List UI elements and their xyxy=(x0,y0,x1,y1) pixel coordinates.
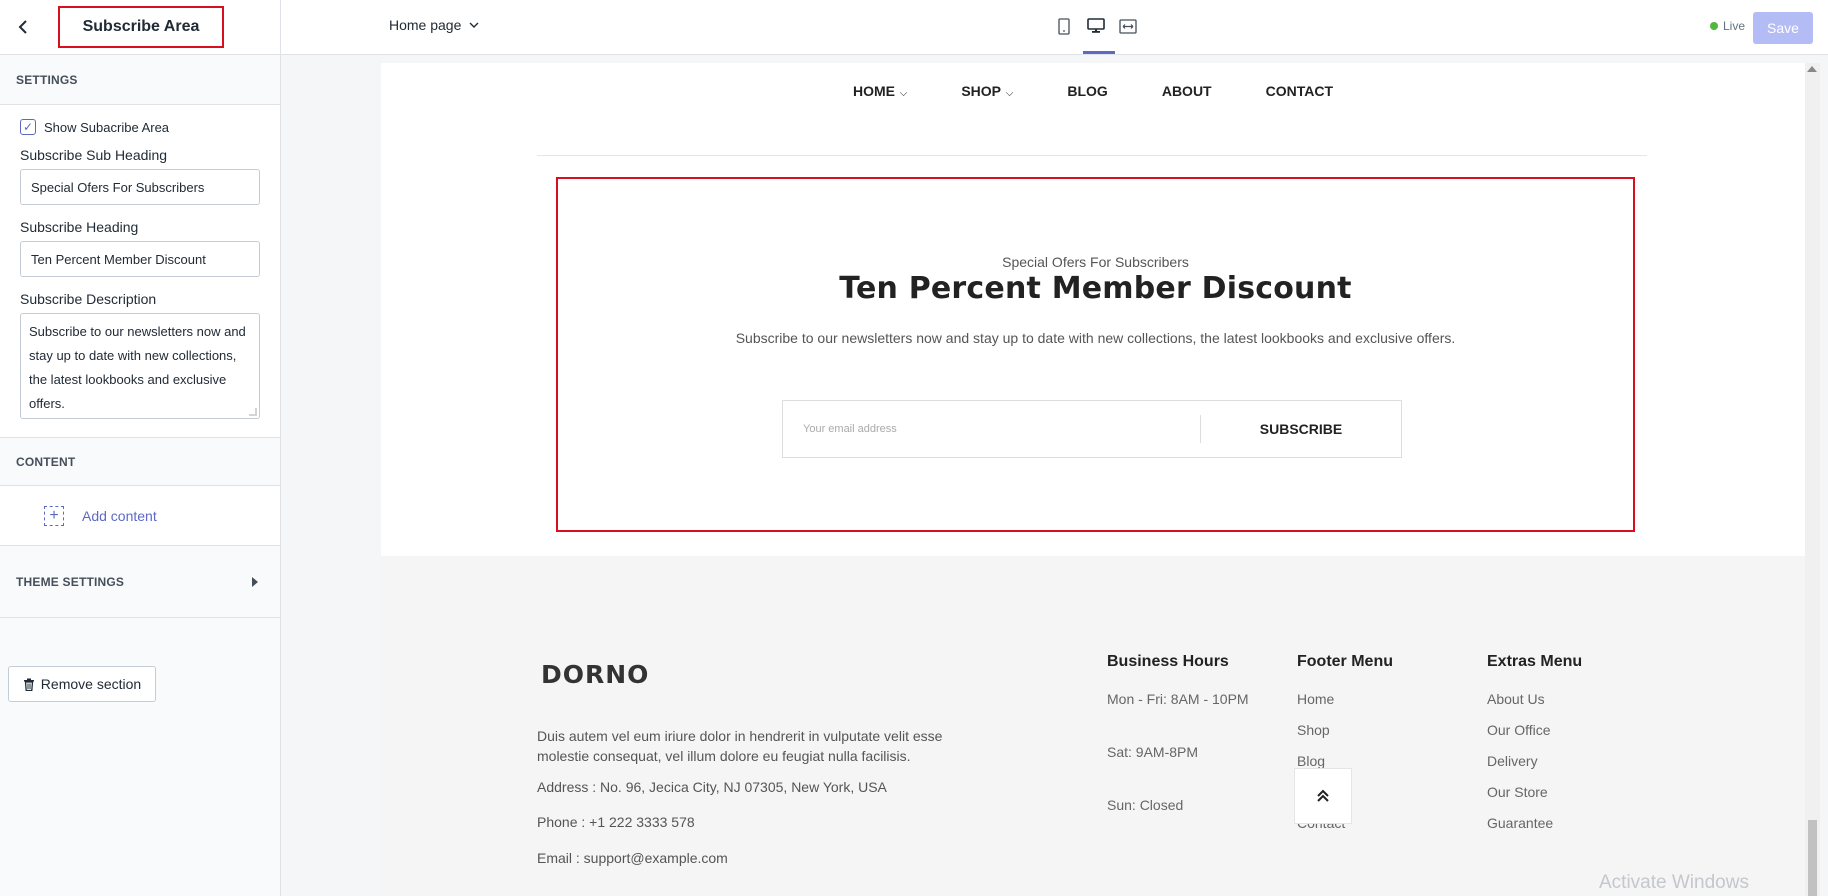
extras-link-delivery[interactable]: Delivery xyxy=(1487,753,1582,769)
nav-item-home[interactable]: HOME ⌵ xyxy=(853,83,907,99)
editor-topbar: Home page Live Save xyxy=(281,0,1828,55)
extras-link-our-store[interactable]: Our Store xyxy=(1487,784,1582,800)
viewport-switcher xyxy=(1055,16,1137,36)
show-subscribe-label: Show Subacribe Area xyxy=(44,119,170,135)
nav-item-shop[interactable]: SHOP ⌵ xyxy=(961,83,1013,99)
description-text: Subscribe to our newsletters now and sta… xyxy=(29,324,246,411)
sub-heading-label: Subscribe Sub Heading xyxy=(20,147,168,163)
caret-right-icon xyxy=(252,576,258,587)
back-arrow-icon[interactable] xyxy=(12,16,34,38)
back-to-top-button[interactable] xyxy=(1294,768,1352,824)
site-main-nav: HOME ⌵ SHOP ⌵ BLOG ABOUT CONTACT xyxy=(381,63,1805,119)
heading-label: Subscribe Heading xyxy=(20,219,139,235)
description-label: Subscribe Description xyxy=(20,291,157,307)
live-status: Live xyxy=(1710,19,1745,33)
preview-scrollbar[interactable] xyxy=(1805,63,1820,896)
extras-link-our-office[interactable]: Our Office xyxy=(1487,722,1582,738)
nav-about-label: ABOUT xyxy=(1161,83,1212,99)
activate-windows-watermark: Activate Windows xyxy=(1599,872,1749,893)
storefront-preview: HOME ⌵ SHOP ⌵ BLOG ABOUT CONTACT Special… xyxy=(381,63,1805,896)
remove-section-button[interactable]: Remove section xyxy=(8,666,156,702)
page-selector[interactable]: Home page xyxy=(389,17,479,33)
fullwidth-view-icon[interactable] xyxy=(1119,16,1137,36)
show-subscribe-row[interactable]: ✓ Show Subacribe Area xyxy=(20,119,260,135)
add-content-label: Add content xyxy=(82,507,157,524)
subscribe-description: Subscribe to our newsletters now and sta… xyxy=(735,330,1456,346)
hours-title: Business Hours xyxy=(1107,653,1229,670)
save-button[interactable]: Save xyxy=(1753,12,1813,44)
add-block-icon: + xyxy=(44,505,64,526)
nav-contact-label: CONTACT xyxy=(1265,83,1334,99)
desktop-view-icon[interactable] xyxy=(1087,16,1105,36)
active-viewport-indicator xyxy=(1083,51,1115,54)
nav-shop-label: SHOP xyxy=(961,83,1002,99)
footer-address: Address : No. 96, Jecica City, NJ 07305,… xyxy=(537,779,887,795)
footer-link-shop[interactable]: Shop xyxy=(1297,722,1393,738)
subscribe-sub-heading: Special Ofers For Subscribers xyxy=(1002,254,1189,270)
content-label: CONTENT xyxy=(16,454,76,469)
extras-menu-column: Extras Menu About Us Our Office Delivery… xyxy=(1487,653,1582,846)
description-textarea[interactable]: Subscribe to our newsletters now and sta… xyxy=(20,313,260,419)
footer-phone: Phone : +1 222 3333 578 xyxy=(537,814,695,830)
nav-item-blog[interactable]: BLOG xyxy=(1067,83,1107,99)
chevron-down-icon xyxy=(469,22,479,28)
subscribe-heading: Ten Percent Member Discount xyxy=(839,271,1352,306)
scrollbar-thumb[interactable] xyxy=(1808,820,1817,896)
footer-logo[interactable]: DORNO xyxy=(541,660,649,689)
content-heading: CONTENT xyxy=(0,438,280,486)
footer-link-home[interactable]: Home xyxy=(1297,691,1393,707)
subscribe-button[interactable]: SUBSCRIBE xyxy=(1201,421,1401,437)
chevron-down-icon: ⌵ xyxy=(1003,88,1014,99)
footer-description: Duis autem vel eum iriure dolor in hendr… xyxy=(537,728,943,764)
heading-input[interactable]: Ten Percent Member Discount xyxy=(20,241,260,277)
theme-settings-label: THEME SETTINGS xyxy=(16,574,125,589)
editor-sidebar: Subscribe Area SETTINGS ✓ Show Subacribe… xyxy=(0,0,281,896)
divider xyxy=(537,155,1647,156)
hours-item: Sun: Closed xyxy=(1107,797,1184,813)
site-footer: DORNO Duis autem vel eum iriure dolor in… xyxy=(381,556,1805,896)
extras-link-guarantee[interactable]: Guarantee xyxy=(1487,815,1582,831)
page-select-label: Home page xyxy=(389,17,462,33)
theme-settings-toggle[interactable]: THEME SETTINGS xyxy=(0,546,280,618)
resize-grip-icon[interactable] xyxy=(249,408,257,416)
live-dot-icon xyxy=(1710,22,1718,30)
trash-icon xyxy=(23,678,34,691)
footer-hours-column: Business Hours Mon - Fri: 8AM - 10PM Sat… xyxy=(1107,653,1249,850)
nav-home-label: HOME xyxy=(852,83,895,99)
nav-blog-label: BLOG xyxy=(1067,83,1108,99)
subscribe-section[interactable]: Special Ofers For Subscribers Ten Percen… xyxy=(556,177,1635,532)
scroll-up-arrow-icon[interactable] xyxy=(1807,66,1817,72)
email-input[interactable]: Your email address xyxy=(783,415,1201,443)
mobile-view-icon[interactable] xyxy=(1055,16,1073,36)
settings-heading: SETTINGS xyxy=(0,55,280,105)
footer-menu-title: Footer Menu xyxy=(1297,653,1393,670)
hours-item: Mon - Fri: 8AM - 10PM xyxy=(1107,691,1249,707)
hours-item: Sat: 9AM-8PM xyxy=(1107,744,1199,760)
sub-heading-input[interactable]: Special Ofers For Subscribers xyxy=(20,169,260,205)
double-chevron-up-icon xyxy=(1317,789,1329,802)
extras-menu-title: Extras Menu xyxy=(1487,653,1583,670)
nav-item-contact[interactable]: CONTACT xyxy=(1266,83,1333,99)
checkbox-checked-icon[interactable]: ✓ xyxy=(20,119,36,135)
subscribe-form: Your email address SUBSCRIBE xyxy=(782,400,1402,458)
remove-section-label: Remove section xyxy=(40,676,142,692)
nav-item-about[interactable]: ABOUT xyxy=(1162,83,1212,99)
extras-link-about-us[interactable]: About Us xyxy=(1487,691,1582,707)
chevron-down-icon: ⌵ xyxy=(896,88,908,99)
add-content-button[interactable]: + Add content xyxy=(0,486,280,546)
live-label: Live xyxy=(1723,19,1746,33)
sidebar-header: Subscribe Area xyxy=(0,0,280,55)
footer-email: Email : support@example.com xyxy=(537,850,728,866)
settings-label: SETTINGS xyxy=(16,72,78,87)
section-title: Subscribe Area xyxy=(58,6,224,48)
settings-panel: ✓ Show Subacribe Area Subscribe Sub Head… xyxy=(0,105,280,438)
footer-link-blog[interactable]: Blog xyxy=(1297,753,1393,769)
